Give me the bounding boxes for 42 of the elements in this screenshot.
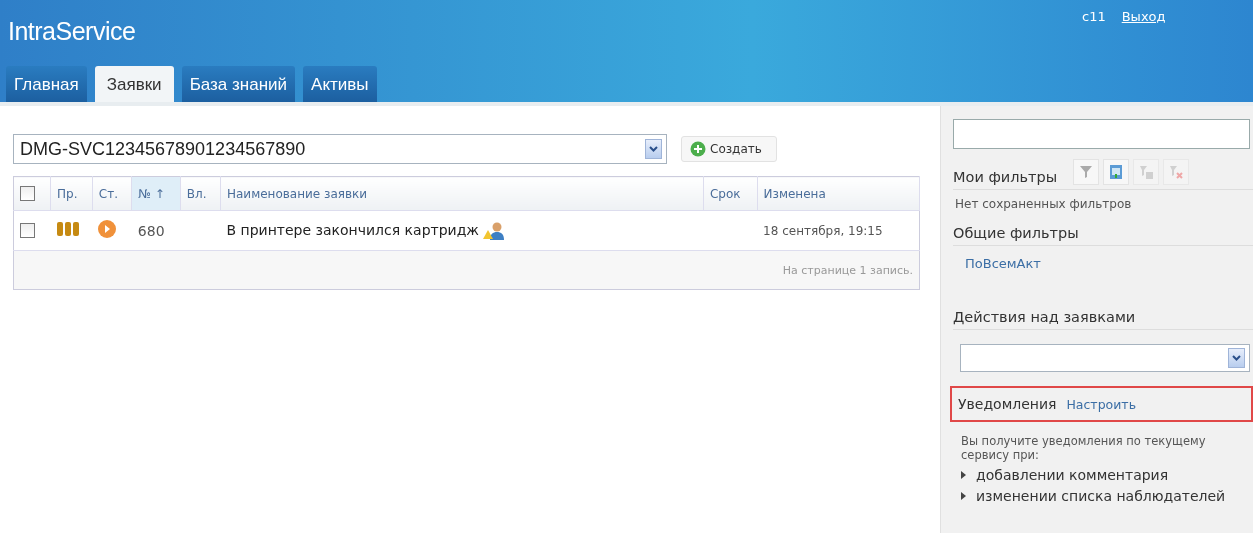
filter-link[interactable]: ПоВсемАкт (953, 246, 1253, 281)
user-name: c11 (1082, 9, 1106, 24)
logout-link[interactable]: Выход (1121, 9, 1166, 24)
column-header[interactable]: Наименование заявки (220, 176, 704, 211)
actions-select[interactable] (960, 344, 1250, 372)
section-title: Уведомления (958, 396, 1057, 412)
table-icon[interactable] (1103, 159, 1130, 185)
section-title: Общие фильтры (953, 225, 1079, 241)
column-header[interactable]: № ↑ (131, 176, 181, 211)
service-select[interactable]: DMG-SVC12345678901234567890 (13, 134, 667, 164)
column-header[interactable]: Пр. (50, 176, 93, 211)
column-header[interactable]: Вл. (180, 176, 221, 211)
empty-message: Нет сохраненных фильтров (954, 196, 1133, 213)
configure-link[interactable]: Настроить (1066, 396, 1136, 412)
checkbox[interactable] (20, 223, 35, 238)
checkbox[interactable] (20, 186, 35, 201)
section-title: Действия над заявками (953, 309, 1136, 325)
column-header[interactable]: Изменена (757, 176, 920, 211)
column-header[interactable]: Ст. (92, 176, 132, 211)
nav-tab[interactable]: Главная (6, 66, 87, 102)
nav-tab[interactable]: Активы (303, 66, 377, 102)
plus-icon (690, 141, 706, 157)
notification-item: добавлении комментария (976, 465, 1169, 485)
caret-icon (1232, 355, 1241, 361)
notifications-text: Вы получите уведомления по текущему сервису при: (960, 433, 1207, 463)
status-icon (98, 220, 117, 238)
caret-icon (649, 146, 658, 152)
bullet-icon (961, 471, 966, 480)
priority-icon (56, 222, 79, 236)
bullet-icon (961, 492, 966, 501)
nav-tab[interactable]: Заявки (94, 66, 174, 102)
create-button[interactable]: Создать (681, 136, 777, 162)
column-header[interactable]: Срок (703, 176, 758, 211)
page-summary: На странице 1 запись. (782, 263, 913, 277)
user-warning-icon (483, 220, 506, 241)
request-title[interactable]: В принтере закончился картридж (226, 221, 479, 238)
app-logo: IntraService (7, 16, 136, 46)
notification-item: изменении списка наблюдателей (976, 486, 1226, 506)
section-title: Мои фильтры (953, 169, 1058, 185)
nav-tab[interactable]: База знаний (181, 66, 296, 102)
funnel-icon[interactable] (1073, 159, 1100, 185)
search-field[interactable] (953, 119, 1250, 149)
